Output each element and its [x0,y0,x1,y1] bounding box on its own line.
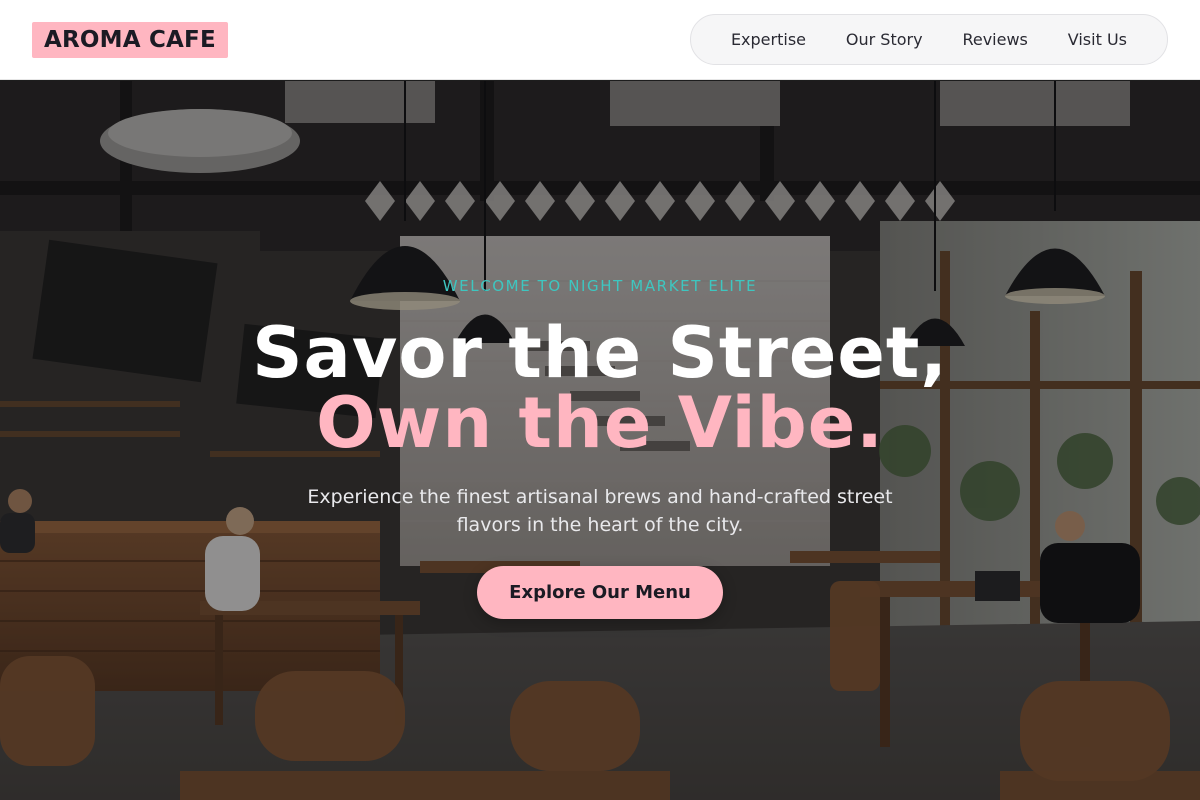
hero-headline-line1: Savor the Street, [252,312,948,394]
explore-menu-button[interactable]: Explore Our Menu [477,566,723,619]
nav-link-expertise[interactable]: Expertise [731,30,806,49]
nav-link-our-story[interactable]: Our Story [846,30,923,49]
site-header: AROMA CAFE Expertise Our Story Reviews V… [0,0,1200,80]
hero-eyebrow: WELCOME TO NIGHT MARKET ELITE [442,277,758,295]
nav-link-visit-us[interactable]: Visit Us [1068,30,1127,49]
hero-headline-line2: Own the Vibe. [316,382,884,464]
nav-link-reviews[interactable]: Reviews [962,30,1027,49]
hero-section: WELCOME TO NIGHT MARKET ELITE Savor the … [0,81,1200,800]
hero-content: WELCOME TO NIGHT MARKET ELITE Savor the … [0,81,1200,800]
hero-subtitle: Experience the finest artisanal brews an… [307,486,893,536]
brand-logo[interactable]: AROMA CAFE [32,22,228,58]
main-nav: Expertise Our Story Reviews Visit Us [690,14,1168,65]
